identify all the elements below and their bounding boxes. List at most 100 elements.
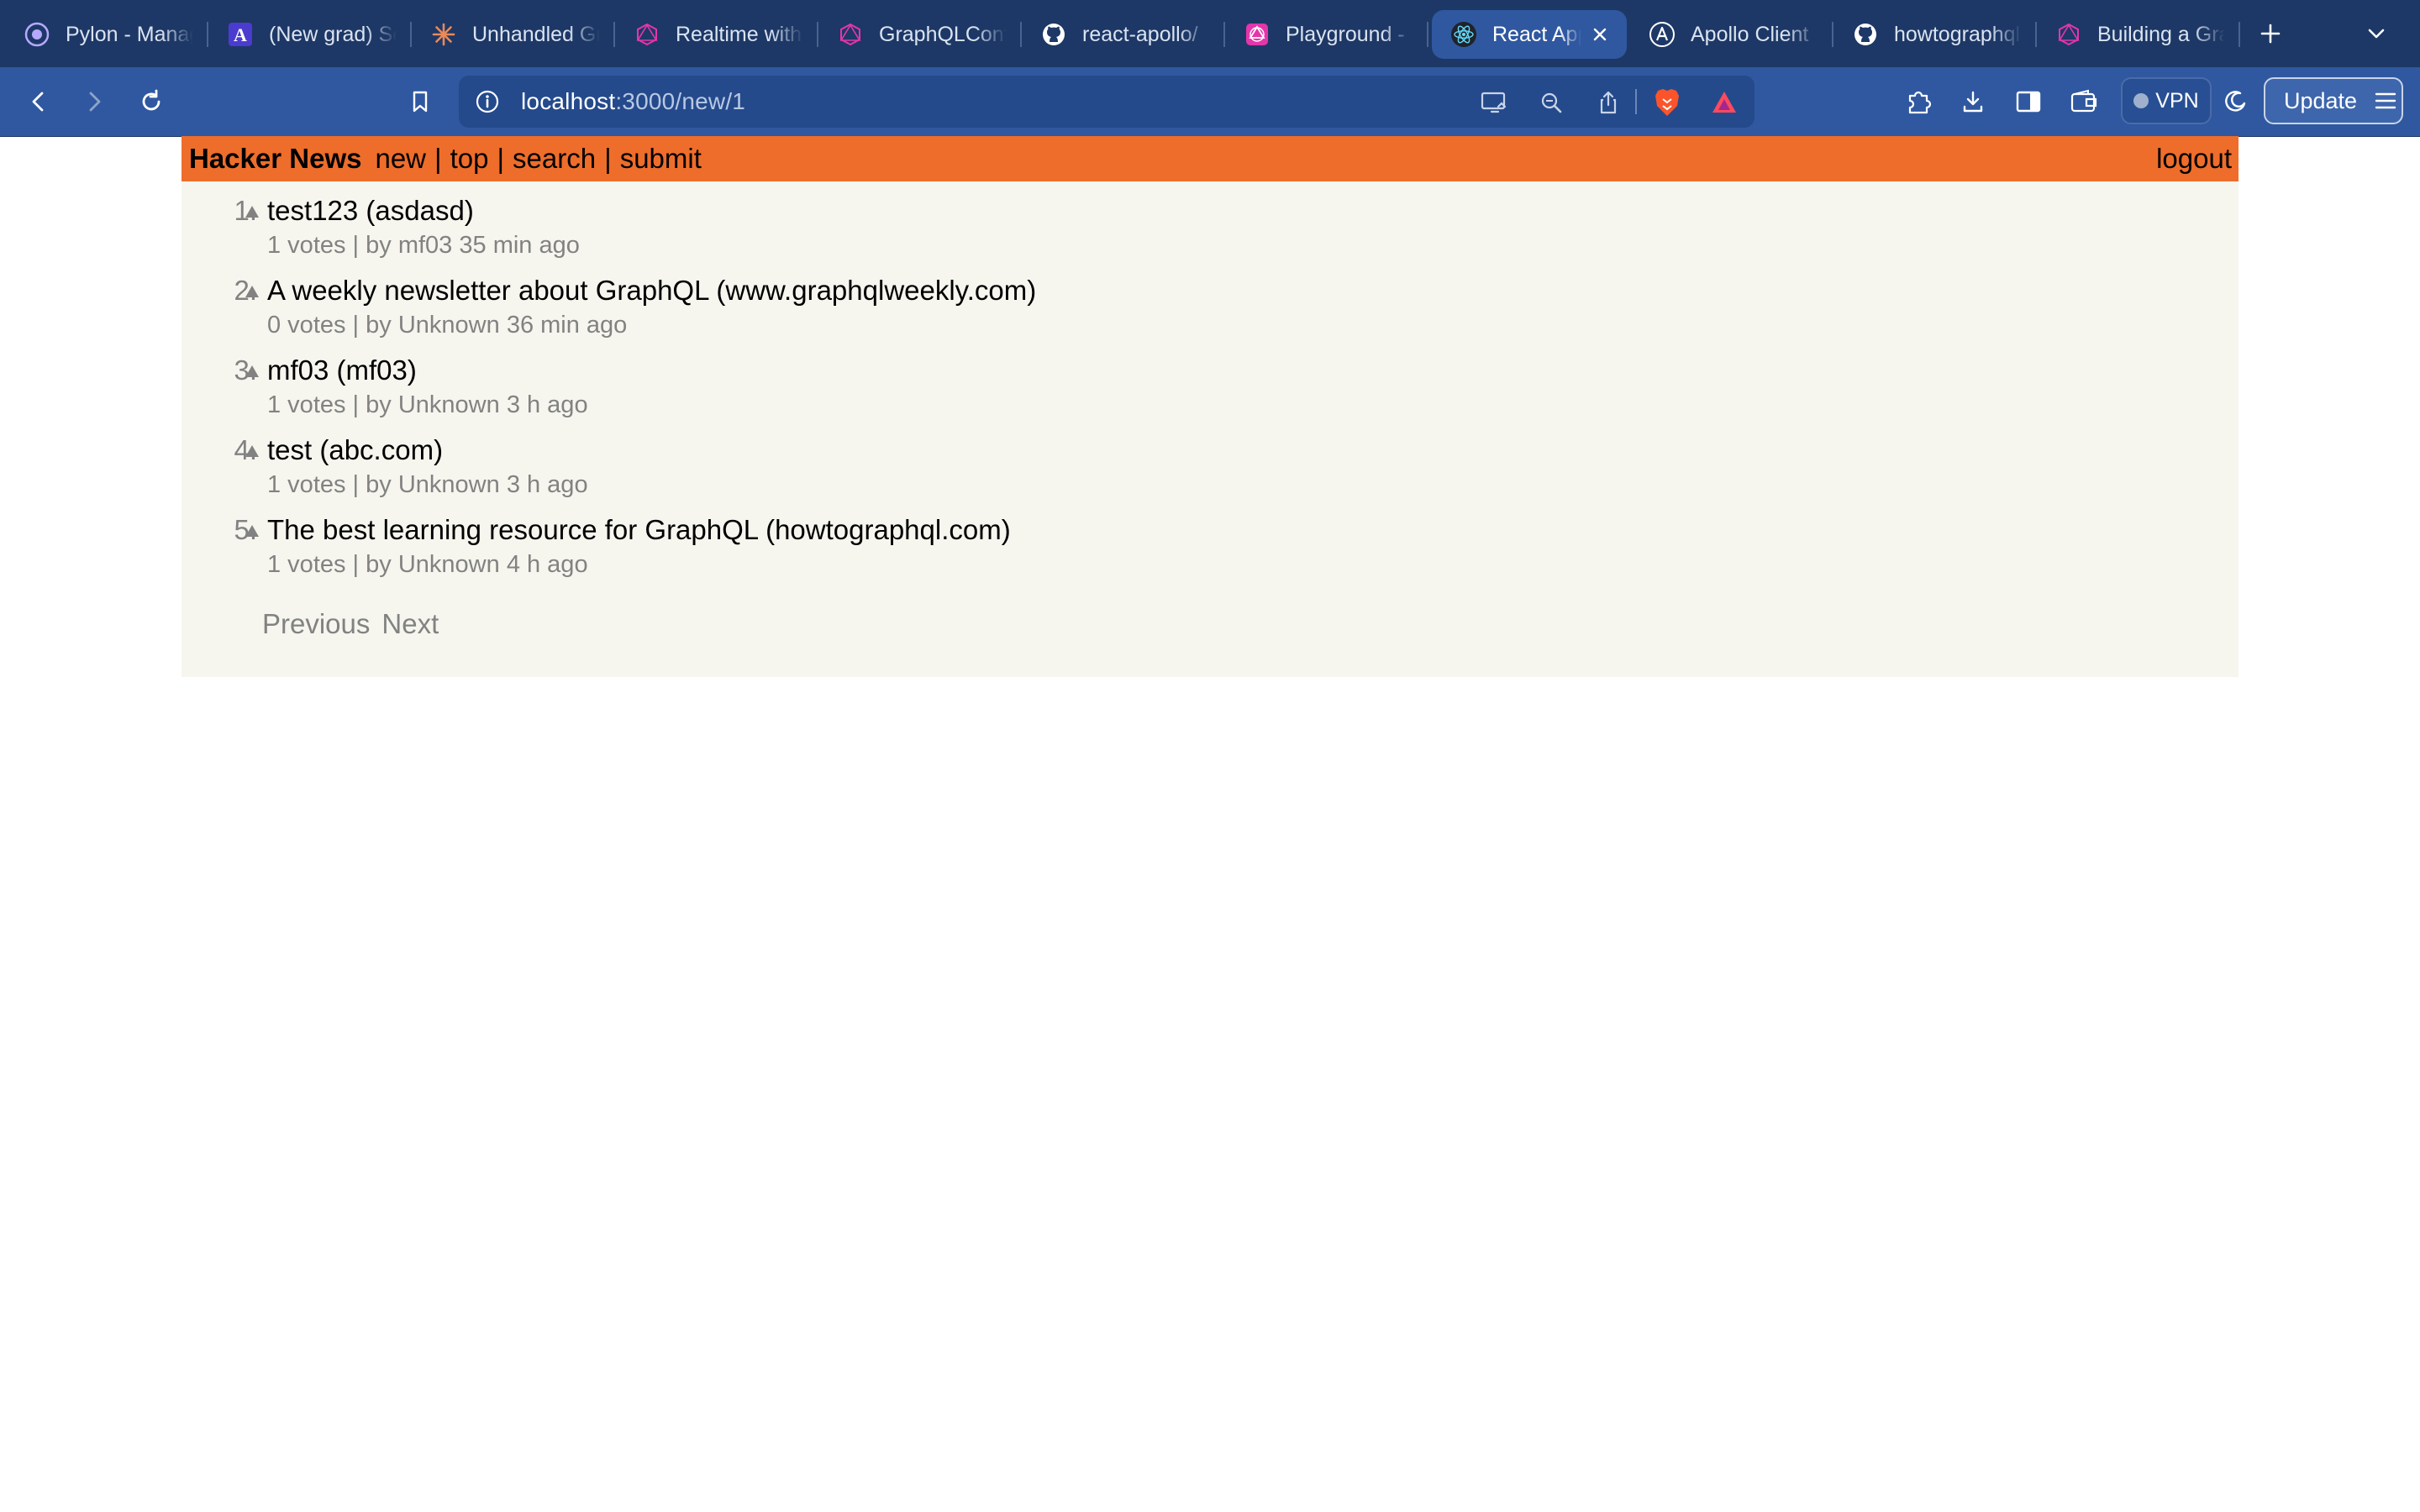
link-title[interactable]: The best learning resource for GraphQL (… xyxy=(267,514,1011,546)
bookmark-button[interactable] xyxy=(395,76,445,127)
link-meta: 1 votes | by Unknown 3 h ago xyxy=(267,471,588,498)
tab-title: GraphQLConf xyxy=(879,22,1007,46)
github-icon xyxy=(1852,21,1879,48)
downloads-button[interactable] xyxy=(1948,76,1998,127)
link-title[interactable]: mf03 (mf03) xyxy=(267,354,417,386)
upvote-icon[interactable] xyxy=(242,361,262,381)
link-author: by mf03 xyxy=(366,232,453,259)
sidebar-button[interactable] xyxy=(2003,76,2054,127)
link-time: 4 h ago xyxy=(506,551,588,578)
link-time: 3 h ago xyxy=(506,391,588,418)
tab-playground[interactable]: Playground - xyxy=(1225,10,1428,59)
leo-ai-icon xyxy=(2225,91,2246,112)
nav-link-new[interactable]: new xyxy=(375,143,426,174)
reload-button[interactable] xyxy=(126,76,176,127)
tab-list-button[interactable] xyxy=(2351,8,2402,59)
tab-pylon[interactable]: Pylon - Manage xyxy=(5,10,208,59)
link-time: 36 min ago xyxy=(506,312,628,339)
nav-link-submit[interactable]: submit xyxy=(620,143,702,174)
nav-link-search[interactable]: search xyxy=(513,143,596,174)
nav-link-top[interactable]: top xyxy=(450,143,489,174)
vpn-button[interactable]: VPN xyxy=(2121,77,2212,124)
hn-page: Hacker News new | top | search | submit logout… xyxy=(182,136,2238,677)
upvote-icon[interactable] xyxy=(242,202,262,222)
tab-react-app[interactable]: React App xyxy=(1432,10,1627,59)
tab-building-graphql[interactable]: Building a GraphQL xyxy=(2037,10,2240,59)
graphql-icon xyxy=(837,21,864,48)
upvote-icon[interactable] xyxy=(242,281,262,302)
vote-count: 1 votes xyxy=(267,551,346,578)
next-button[interactable]: Next xyxy=(381,608,439,639)
hamburger-menu-icon[interactable] xyxy=(2374,91,2397,111)
pylon-icon xyxy=(24,21,50,48)
forward-button[interactable] xyxy=(69,76,119,127)
arrow-left-icon xyxy=(32,92,44,112)
tab-title: React App xyxy=(1492,22,1581,46)
new-tab-button[interactable] xyxy=(2245,8,2296,59)
cast-icon[interactable] xyxy=(1477,86,1511,119)
hn-nav: new | top | search | submit xyxy=(375,143,701,175)
puzzle-icon xyxy=(1908,91,1932,114)
link-meta: 1 votes | by Unknown 4 h ago xyxy=(267,551,588,578)
leo-ai-button[interactable] xyxy=(2210,76,2260,127)
tab-realtime[interactable]: Realtime with GraphQL xyxy=(615,10,818,59)
site-info-icon[interactable] xyxy=(474,88,501,115)
list-item: 2. A weekly newsletter about GraphQL (ww… xyxy=(182,275,2238,354)
tab-react-apollo-github[interactable]: react-apollo/ xyxy=(1022,10,1225,59)
divider xyxy=(1635,89,1637,114)
link-time: 35 min ago xyxy=(459,232,580,259)
apollo-icon xyxy=(1649,21,1676,48)
list-item: 4. test (abc.com) 1 votes | by Unknown 3… xyxy=(182,434,2238,514)
graphql-icon xyxy=(2055,21,2082,48)
link-author: by Unknown xyxy=(366,312,500,339)
url-text[interactable]: localhost:3000/new/1 xyxy=(521,88,745,115)
react-icon xyxy=(1450,21,1477,48)
vote-count: 0 votes xyxy=(267,312,346,339)
burst-icon xyxy=(430,21,457,48)
logout-link[interactable]: logout xyxy=(2156,143,2232,175)
wallet-button[interactable] xyxy=(2059,76,2109,127)
graphql-icon xyxy=(634,21,660,48)
link-title[interactable]: A weekly newsletter about GraphQL (www.g… xyxy=(267,275,1036,307)
download-icon xyxy=(1963,91,1983,113)
tab-apollo-client[interactable]: Apollo Client xyxy=(1630,10,1833,59)
link-author: by Unknown xyxy=(366,471,500,498)
share-icon[interactable] xyxy=(1591,86,1625,119)
nav-separator: | xyxy=(604,143,612,174)
tab-new-grad[interactable]: A (New grad) Software xyxy=(208,10,412,59)
url-host: localhost xyxy=(521,88,616,114)
wallet-icon xyxy=(2070,89,2097,113)
list-item: 1. test123 (asdasd) 1 votes | by mf03 35… xyxy=(182,195,2238,275)
brave-shields-icon[interactable] xyxy=(1650,86,1684,119)
link-title[interactable]: test (abc.com) xyxy=(267,434,443,466)
vpn-label: VPN xyxy=(2155,88,2199,113)
back-button[interactable] xyxy=(13,76,64,127)
pagination: Previous Next xyxy=(262,608,450,640)
upvote-icon[interactable] xyxy=(242,521,262,541)
link-meta: 1 votes | by Unknown 3 h ago xyxy=(267,391,588,418)
letter-a-icon: A xyxy=(227,21,254,48)
link-author: by Unknown xyxy=(366,391,500,418)
svg-text:A: A xyxy=(234,24,247,45)
plus-icon xyxy=(2260,24,2281,44)
address-bar[interactable]: localhost:3000/new/1 xyxy=(459,76,1754,128)
update-button[interactable]: Update xyxy=(2264,77,2403,124)
link-list: 1. test123 (asdasd) 1 votes | by mf03 35… xyxy=(182,195,2238,594)
tab-howtographql-github[interactable]: howtographql xyxy=(1833,10,2037,59)
extensions-button[interactable] xyxy=(1894,76,1944,127)
zoom-icon[interactable] xyxy=(1534,86,1568,119)
tab-title: Apollo Client xyxy=(1691,22,1809,46)
close-tab-icon[interactable] xyxy=(1588,23,1612,46)
link-title[interactable]: test123 (asdasd) xyxy=(267,195,474,227)
browser-toolbar: localhost:3000/new/1 VPN Update xyxy=(0,67,2420,137)
brave-rewards-icon[interactable] xyxy=(1707,86,1741,119)
list-item: 3. mf03 (mf03) 1 votes | by Unknown 3 h … xyxy=(182,354,2238,434)
tab-graphqlconf[interactable]: GraphQLConf xyxy=(818,10,1022,59)
browser-tab-strip: Pylon - Manage A (New grad) Software Unh… xyxy=(0,0,2420,67)
previous-button[interactable]: Previous xyxy=(262,608,370,639)
link-author: by Unknown xyxy=(366,551,500,578)
tab-title: Building a GraphQL xyxy=(2097,22,2225,46)
tab-unhandled[interactable]: Unhandled GraphQL xyxy=(412,10,615,59)
link-meta: 0 votes | by Unknown 36 min ago xyxy=(267,312,628,339)
upvote-icon[interactable] xyxy=(242,441,262,461)
